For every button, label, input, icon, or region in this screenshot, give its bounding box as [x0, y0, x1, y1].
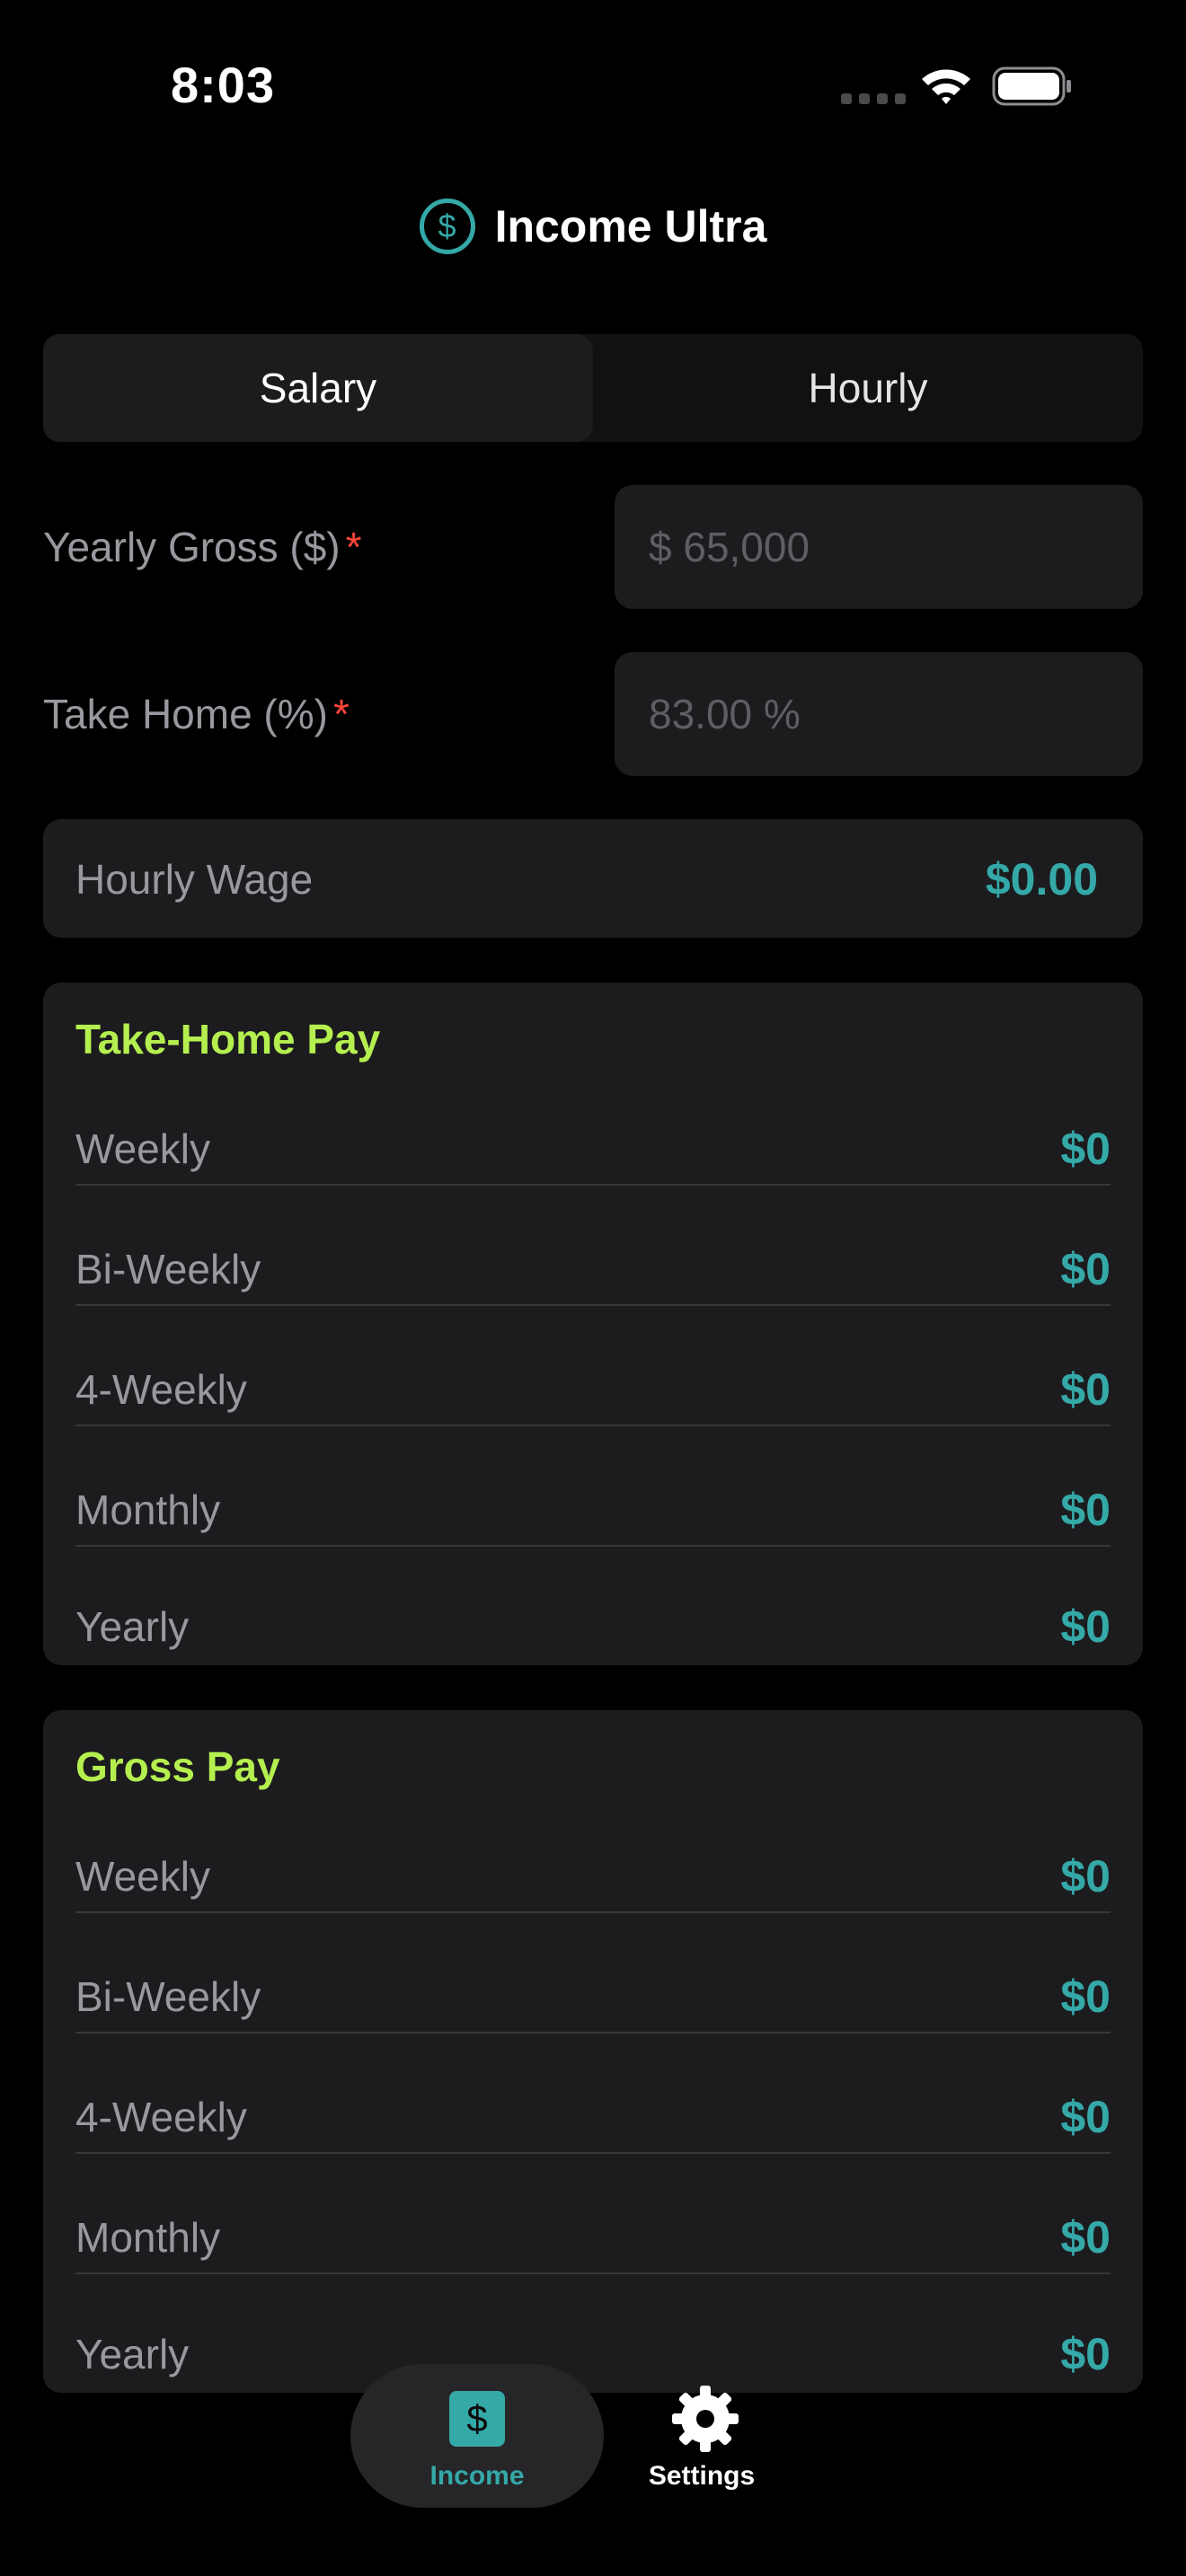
hourly-wage-card: Hourly Wage $0.00	[43, 819, 1143, 938]
gross-pay-title: Gross Pay	[75, 1743, 280, 1790]
required-marker: *	[345, 524, 362, 570]
wifi-icon	[922, 69, 970, 104]
status-bar: 8:03	[0, 0, 1186, 171]
take-home-row-4weekly: 4-Weekly $0	[75, 1329, 1111, 1450]
row-label: 4-Weekly	[75, 1366, 247, 1413]
required-marker: *	[332, 691, 350, 737]
cellular-signal-icon	[841, 93, 906, 104]
tab-bar: $ Income Settings	[350, 2364, 818, 2508]
take-home-label: Take Home (%) *	[43, 690, 350, 738]
mode-segmented-control: Salary Hourly	[43, 334, 1143, 442]
row-value: $0	[1060, 1972, 1111, 2022]
row-value: $0	[1060, 2212, 1111, 2263]
row-divider	[75, 2152, 1111, 2154]
row-divider	[75, 1545, 1111, 1547]
tab-settings-label: Settings	[648, 2461, 756, 2491]
row-label: 4-Weekly	[75, 2094, 247, 2140]
row-divider	[75, 2032, 1111, 2033]
gross-row-weekly: Weekly $0	[75, 1816, 1111, 1936]
app-header: $ Income Ultra	[0, 194, 1186, 259]
row-label: Monthly	[75, 2214, 221, 2261]
tab-income-label: Income	[429, 2461, 525, 2491]
take-home-row-biweekly: Bi-Weekly $0	[75, 1209, 1111, 1329]
segment-salary[interactable]: Salary	[43, 334, 593, 442]
row-label: Bi-Weekly	[75, 1973, 261, 2020]
take-home-pay-title: Take-Home Pay	[75, 1016, 381, 1063]
yearly-gross-label-text: Yearly Gross ($)	[43, 524, 341, 570]
row-divider	[75, 2272, 1111, 2274]
tab-settings[interactable]: Settings	[625, 2364, 778, 2508]
row-divider	[75, 1304, 1111, 1306]
take-home-label-text: Take Home (%)	[43, 691, 328, 737]
row-value: $0	[1060, 1601, 1111, 1652]
yearly-gross-placeholder: $ 65,000	[649, 524, 810, 570]
row-divider	[75, 1425, 1111, 1426]
status-time: 8:03	[171, 57, 276, 113]
battery-icon	[992, 66, 1071, 106]
row-value: $0	[1060, 1364, 1111, 1415]
row-value: $0	[1060, 1244, 1111, 1294]
row-divider	[75, 1911, 1111, 1913]
gross-pay-card: Gross Pay Weekly $0 Bi-Weekly $0 4-Weekl…	[43, 1710, 1143, 2393]
row-value: $0	[1060, 1485, 1111, 1535]
dollar-square-icon: $	[449, 2391, 505, 2447]
row-label: Bi-Weekly	[75, 1246, 261, 1292]
row-label: Weekly	[75, 1125, 210, 1172]
take-home-placeholder: 83.00 %	[649, 691, 801, 737]
hourly-wage-value: $0.00	[985, 854, 1098, 904]
row-value: $0	[1060, 2329, 1111, 2379]
yearly-gross-input[interactable]: $ 65,000	[615, 485, 1143, 609]
take-home-input[interactable]: 83.00 %	[615, 652, 1143, 776]
row-value: $0	[1060, 1124, 1111, 1174]
segment-hourly[interactable]: Hourly	[593, 334, 1143, 442]
dollar-circle-icon: $	[419, 198, 475, 254]
yearly-gross-label: Yearly Gross ($) *	[43, 523, 362, 571]
row-divider	[75, 1184, 1111, 1186]
take-home-row-weekly: Weekly $0	[75, 1089, 1111, 1209]
take-home-row-yearly: Yearly $0	[75, 1568, 1111, 1665]
take-home-pay-card: Take-Home Pay Weekly $0 Bi-Weekly $0 4-W…	[43, 983, 1143, 1665]
app-title: Income Ultra	[494, 201, 767, 251]
row-label: Yearly	[75, 2331, 190, 2378]
gross-row-4weekly: 4-Weekly $0	[75, 2057, 1111, 2177]
row-label: Weekly	[75, 1853, 210, 1900]
hourly-wage-label: Hourly Wage	[75, 856, 314, 903]
tab-income[interactable]: $ Income	[350, 2364, 604, 2508]
gross-row-monthly: Monthly $0	[75, 2177, 1111, 2298]
gear-icon	[672, 2386, 739, 2452]
row-label: Yearly	[75, 1603, 190, 1650]
row-value: $0	[1060, 2092, 1111, 2142]
take-home-row-monthly: Monthly $0	[75, 1450, 1111, 1570]
gross-row-biweekly: Bi-Weekly $0	[75, 1936, 1111, 2057]
row-value: $0	[1060, 1851, 1111, 1901]
row-label: Monthly	[75, 1486, 221, 1533]
